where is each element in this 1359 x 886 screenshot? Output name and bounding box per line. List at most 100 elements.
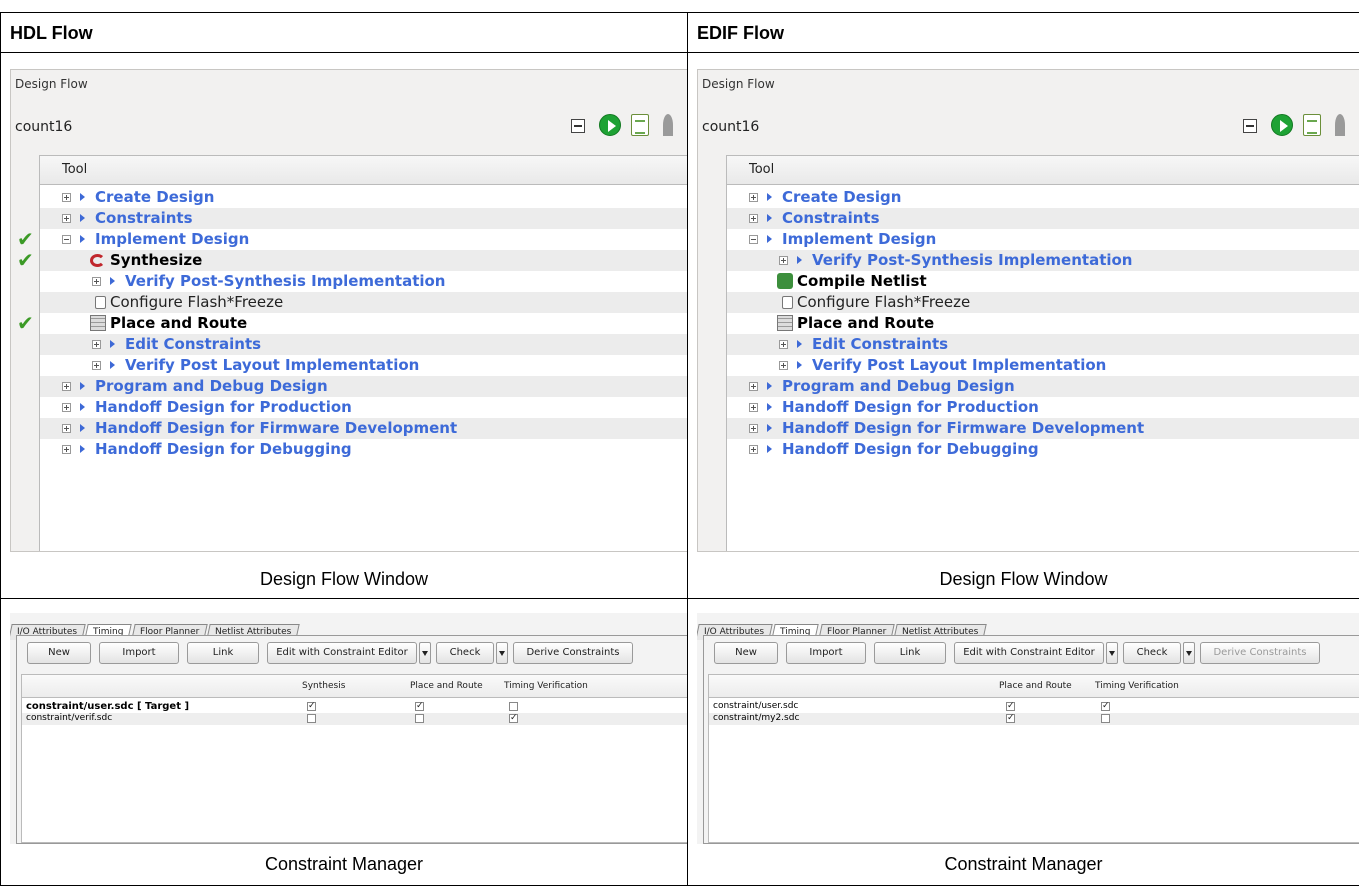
- tree-item-label: Create Design: [782, 188, 902, 206]
- expand-icon[interactable]: [749, 445, 758, 454]
- help-icon[interactable]: [1335, 114, 1345, 136]
- import-button[interactable]: Import: [786, 642, 866, 664]
- checkbox-timing-verification[interactable]: [1101, 714, 1110, 723]
- report-icon[interactable]: [631, 114, 649, 136]
- checkbox-timing-verification[interactable]: ✓: [1101, 702, 1110, 711]
- constraint-file-name: constraint/user.sdc [ Target ]: [26, 701, 190, 712]
- tree-item-implement-design[interactable]: ✔ Implement Design: [17, 227, 687, 251]
- expand-icon[interactable]: [62, 382, 71, 391]
- edit-with-constraint-editor-button[interactable]: Edit with Constraint Editor: [954, 642, 1104, 664]
- panel-title: Design Flow: [702, 77, 775, 91]
- checkbox-place-and-route[interactable]: ✓: [1006, 714, 1015, 723]
- link-button[interactable]: Link: [874, 642, 946, 664]
- tree-item-edit-constraints[interactable]: Edit Constraints: [727, 334, 1359, 355]
- group-arrow-icon: [797, 256, 802, 264]
- tree-item-program-and-debug[interactable]: Program and Debug Design: [40, 376, 687, 397]
- run-icon[interactable]: [599, 114, 621, 136]
- new-button[interactable]: New: [27, 642, 91, 664]
- edit-dropdown-icon[interactable]: [1106, 642, 1118, 664]
- expand-icon[interactable]: [92, 361, 101, 370]
- derive-constraints-button[interactable]: Derive Constraints: [513, 642, 633, 664]
- tree-item-label: Program and Debug Design: [95, 377, 328, 395]
- tree-item-label: Configure Flash*Freeze: [797, 293, 971, 311]
- tree-item-configure-flash-freeze[interactable]: Configure Flash*Freeze: [40, 292, 687, 313]
- tree-item-verify-post-layout[interactable]: Verify Post Layout Implementation: [40, 355, 687, 376]
- report-icon[interactable]: [1303, 114, 1321, 136]
- expand-icon[interactable]: [62, 193, 71, 202]
- expand-icon[interactable]: [779, 256, 788, 265]
- checkbox-timing-verification[interactable]: ✓: [509, 714, 518, 723]
- check-dropdown-icon[interactable]: [496, 642, 508, 664]
- design-flow-window: Design Flow count16 Tool Create Design C…: [10, 69, 687, 552]
- expand-icon[interactable]: [749, 382, 758, 391]
- design-flow-toolbar: [567, 114, 687, 138]
- tree-item-constraints[interactable]: Constraints: [727, 208, 1359, 229]
- table-row[interactable]: constraint/my2.sdc ✓: [709, 713, 1359, 725]
- new-button[interactable]: New: [714, 642, 778, 664]
- run-icon[interactable]: [1271, 114, 1293, 136]
- edit-with-constraint-editor-button[interactable]: Edit with Constraint Editor: [267, 642, 417, 664]
- collapse-icon[interactable]: [749, 235, 758, 244]
- tree-item-label: Constraints: [95, 209, 193, 227]
- import-button[interactable]: Import: [99, 642, 179, 664]
- tree-item-edit-constraints[interactable]: Edit Constraints: [40, 334, 687, 355]
- expand-icon[interactable]: [749, 214, 758, 223]
- tree-item-place-and-route[interactable]: ✔ Place and Route: [17, 311, 687, 335]
- tree-item-program-and-debug[interactable]: Program and Debug Design: [727, 376, 1359, 397]
- check-button[interactable]: Check: [436, 642, 494, 664]
- tree-item-verify-post-layout[interactable]: Verify Post Layout Implementation: [727, 355, 1359, 376]
- collapse-all-icon[interactable]: [571, 119, 585, 133]
- tree-item-implement-design[interactable]: Implement Design: [727, 229, 1359, 250]
- tree-item-handoff-debugging[interactable]: Handoff Design for Debugging: [40, 439, 687, 460]
- checkbox-place-and-route[interactable]: ✓: [415, 702, 424, 711]
- design-flow-tree: Tool Create Design Constraints Implement…: [726, 155, 1359, 551]
- tree-item-label: Compile Netlist: [797, 272, 927, 290]
- expand-icon[interactable]: [62, 214, 71, 223]
- checkbox-synthesis[interactable]: ✓: [307, 702, 316, 711]
- tree-item-verify-post-synthesis[interactable]: Verify Post-Synthesis Implementation: [727, 250, 1359, 271]
- tree-item-handoff-firmware[interactable]: Handoff Design for Firmware Development: [40, 418, 687, 439]
- tree-item-place-and-route[interactable]: Place and Route: [727, 313, 1359, 334]
- tree-item-constraints[interactable]: Constraints: [40, 208, 687, 229]
- tree-item-configure-flash-freeze[interactable]: Configure Flash*Freeze: [727, 292, 1359, 313]
- checkbox-place-and-route[interactable]: ✓: [1006, 702, 1015, 711]
- help-icon[interactable]: [663, 114, 673, 136]
- expand-icon[interactable]: [749, 403, 758, 412]
- derive-constraints-button[interactable]: Derive Constraints: [1200, 642, 1320, 664]
- checkbox-place-and-route[interactable]: [415, 714, 424, 723]
- expand-icon[interactable]: [779, 361, 788, 370]
- tree-item-create-design[interactable]: Create Design: [727, 187, 1359, 208]
- expand-icon[interactable]: [749, 193, 758, 202]
- link-button[interactable]: Link: [187, 642, 259, 664]
- collapse-all-icon[interactable]: [1243, 119, 1257, 133]
- tree-item-synthesize[interactable]: ✔ Synthesize: [17, 248, 687, 272]
- check-dropdown-icon[interactable]: [1183, 642, 1195, 664]
- tree-item-label: Handoff Design for Debugging: [95, 440, 352, 458]
- expand-icon[interactable]: [62, 424, 71, 433]
- tree-item-handoff-production[interactable]: Handoff Design for Production: [40, 397, 687, 418]
- expand-icon[interactable]: [92, 340, 101, 349]
- column-place-and-route: Place and Route: [410, 681, 483, 691]
- collapse-icon[interactable]: [62, 235, 71, 244]
- group-arrow-icon: [80, 382, 85, 390]
- tree-item-verify-post-synthesis[interactable]: Verify Post-Synthesis Implementation: [40, 271, 687, 292]
- table-row[interactable]: constraint/user.sdc ✓ ✓: [709, 701, 1359, 713]
- panel-title: Design Flow: [15, 77, 88, 91]
- expand-icon[interactable]: [62, 445, 71, 454]
- tree-item-handoff-firmware[interactable]: Handoff Design for Firmware Development: [727, 418, 1359, 439]
- expand-icon[interactable]: [779, 340, 788, 349]
- expand-icon[interactable]: [749, 424, 758, 433]
- expand-icon[interactable]: [92, 277, 101, 286]
- tree-item-handoff-debugging[interactable]: Handoff Design for Debugging: [727, 439, 1359, 460]
- edit-dropdown-icon[interactable]: [419, 642, 431, 664]
- table-row[interactable]: constraint/user.sdc [ Target ] ✓ ✓: [22, 701, 687, 713]
- checkbox-synthesis[interactable]: [307, 714, 316, 723]
- tree-item-compile-netlist[interactable]: Compile Netlist: [727, 271, 1359, 292]
- comparison-table: HDL Flow EDIF Flow Design Flow count16 T…: [0, 12, 1359, 886]
- tree-item-create-design[interactable]: Create Design: [40, 187, 687, 208]
- checkbox-timing-verification[interactable]: [509, 702, 518, 711]
- expand-icon[interactable]: [62, 403, 71, 412]
- tree-item-handoff-production[interactable]: Handoff Design for Production: [727, 397, 1359, 418]
- table-row[interactable]: constraint/verif.sdc ✓: [22, 713, 687, 725]
- check-button[interactable]: Check: [1123, 642, 1181, 664]
